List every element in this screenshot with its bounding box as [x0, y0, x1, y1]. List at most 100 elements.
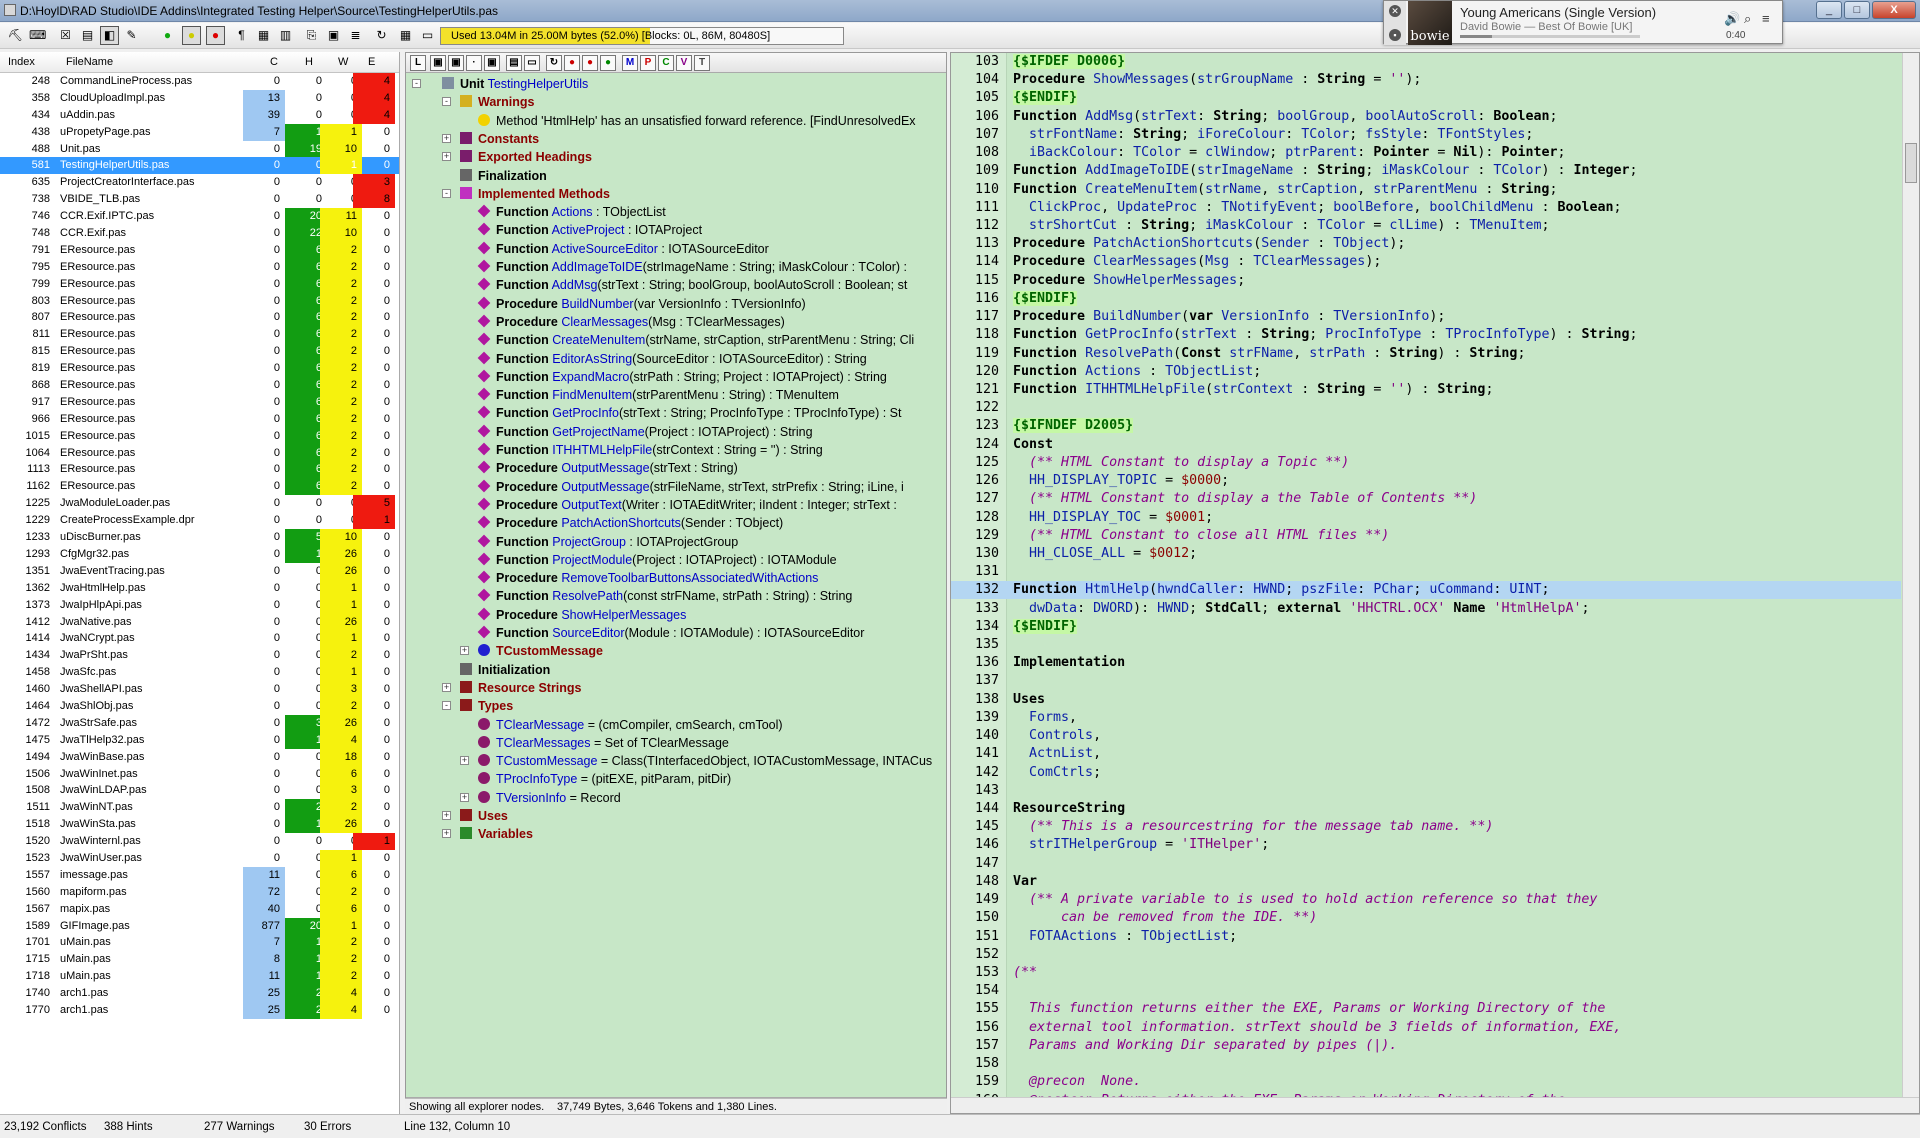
- table-row[interactable]: 748 CCR.Exif.pas 0 22 10 0: [0, 225, 399, 242]
- table-row[interactable]: 1508 JwaWinLDAP.pas 0 0 3 0: [0, 782, 399, 800]
- code-line[interactable]: 138 Uses: [951, 691, 1901, 709]
- tree-node[interactable]: Warnings: [460, 93, 534, 111]
- code-line[interactable]: 114 Procedure ClearMessages(Msg : TClearM…: [951, 253, 1901, 271]
- table-row[interactable]: 1589 GIFImage.pas 877 20 1 0: [0, 917, 399, 935]
- table-row[interactable]: 1113 EResource.pas 0 6 2 0: [0, 461, 399, 479]
- code-line[interactable]: 157 Params and Working Dir separated by …: [951, 1037, 1901, 1055]
- table-row[interactable]: 819 EResource.pas 0 6 2 0: [0, 360, 399, 378]
- code-line[interactable]: 105 {$ENDIF}: [951, 89, 1901, 107]
- paragraph-icon[interactable]: ¶: [232, 26, 251, 45]
- tree-node[interactable]: Function EditorAsString(SourceEditor : I…: [477, 350, 867, 368]
- code-line[interactable]: 148 Var: [951, 873, 1901, 891]
- code-line[interactable]: 151 FOTAActions : TObjectList;: [951, 928, 1901, 946]
- tree-node[interactable]: Procedure PatchActionShortcuts(Sender : …: [477, 514, 783, 532]
- expand-toggle[interactable]: +: [442, 829, 451, 839]
- editor-hscroll[interactable]: [951, 1097, 1919, 1113]
- module-check-button[interactable]: M: [622, 55, 638, 71]
- expand-toggle[interactable]: +: [442, 152, 451, 162]
- minimize-button[interactable]: _: [1816, 1, 1842, 19]
- tree-node[interactable]: Constants: [460, 130, 539, 148]
- media-restore-icon[interactable]: ▪: [1389, 29, 1401, 41]
- chart-icon[interactable]: ▥: [276, 26, 295, 45]
- code-line[interactable]: 137: [951, 672, 1901, 690]
- tree-node[interactable]: Function ExpandMacro(strPath : String; P…: [477, 368, 887, 386]
- code-line[interactable]: 110 Function CreateMenuItem(strName, strC…: [951, 181, 1901, 199]
- code-line[interactable]: 140 Controls,: [951, 727, 1901, 745]
- type-check-button[interactable]: T: [694, 55, 710, 71]
- code-line[interactable]: 135: [951, 636, 1901, 654]
- copy-icon[interactable]: ⎘: [302, 26, 321, 45]
- doc-icon[interactable]: ●: [600, 55, 616, 71]
- table-row[interactable]: 1511 JwaWinNT.pas 0 2 2 0: [0, 799, 399, 817]
- col-h[interactable]: H: [305, 56, 313, 68]
- expand-toggle[interactable]: +: [460, 792, 469, 802]
- code-line[interactable]: 111 ClickProc, UpdateProc : TNotifyEvent…: [951, 199, 1901, 217]
- ok-filter-icon[interactable]: ●: [158, 26, 177, 45]
- tree-node[interactable]: Function CreateMenuItem(strName, strCapt…: [477, 331, 914, 349]
- report-icon[interactable]: ▣: [324, 26, 343, 45]
- published-filter-icon[interactable]: ▣: [484, 55, 500, 71]
- table-row[interactable]: 795 EResource.pas 0 6 2 0: [0, 258, 399, 276]
- sync-icon[interactable]: ↻: [546, 55, 562, 71]
- tree-node[interactable]: Function ActiveProject : IOTAProject: [477, 221, 702, 239]
- code-line[interactable]: 142 ComCtrls;: [951, 764, 1901, 782]
- grid-icon[interactable]: ▦: [254, 26, 273, 45]
- tree-node[interactable]: Procedure ShowHelperMessages: [477, 606, 686, 624]
- table-row[interactable]: 1715 uMain.pas 8 1 2 0: [0, 951, 399, 969]
- method-check-button[interactable]: P: [640, 55, 656, 71]
- expand-toggle[interactable]: -: [442, 701, 451, 711]
- code-line[interactable]: 145 (** This is a resourcestring for the…: [951, 818, 1901, 836]
- code-line[interactable]: 156 external tool information. strText s…: [951, 1019, 1901, 1037]
- build-icon[interactable]: ⛏: [6, 26, 25, 45]
- tree-node[interactable]: Types: [460, 697, 513, 715]
- tree-node[interactable]: Initialization: [460, 661, 550, 679]
- tree-node[interactable]: Procedure OutputText(Writer : IOTAEditWr…: [477, 496, 897, 514]
- code-line[interactable]: 126 HH_DISPLAY_TOPIC = $0000;: [951, 472, 1901, 490]
- table-row[interactable]: 791 EResource.pas 0 6 2 0: [0, 241, 399, 259]
- error-icon[interactable]: ●: [564, 55, 580, 71]
- code-line[interactable]: 129 (** HTML Constant to close all HTML …: [951, 527, 1901, 545]
- todo-icon[interactable]: ●: [582, 55, 598, 71]
- table-row[interactable]: 1520JwaWinternl.pas0001: [0, 833, 399, 850]
- table-row[interactable]: 1229CreateProcessExample.dpr0001: [0, 512, 399, 530]
- table-row[interactable]: 1560 mapiform.pas 72 0 2 0: [0, 883, 399, 901]
- menu-icon[interactable]: ≡: [1762, 11, 1770, 26]
- table-row[interactable]: 434uAddin.pas39004: [0, 106, 399, 124]
- table-row[interactable]: 815 EResource.pas 0 6 2 0: [0, 343, 399, 361]
- code-line[interactable]: 123 {$IFNDEF D2005}: [951, 417, 1901, 435]
- code-line[interactable]: 141 ActnList,: [951, 745, 1901, 763]
- maximize-button[interactable]: □: [1844, 1, 1870, 19]
- code-line[interactable]: 115 Procedure ShowHelperMessages;: [951, 272, 1901, 290]
- table-row[interactable]: 1460 JwaShellAPI.pas 0 0 3 0: [0, 681, 399, 698]
- volume-icon[interactable]: 🔊: [1724, 11, 1740, 27]
- code-line[interactable]: 112 strShortCut : String; iMaskColour : …: [951, 217, 1901, 235]
- code-line[interactable]: 113 Procedure PatchActionShortcuts(Sender…: [951, 235, 1901, 253]
- expand-toggle[interactable]: +: [442, 682, 451, 692]
- tree-node[interactable]: TCustomMessage = Class(TInterfacedObject…: [478, 752, 932, 770]
- code-line[interactable]: 109 Function AddImageToIDE(strImageName :…: [951, 162, 1901, 180]
- code-line[interactable]: 152: [951, 946, 1901, 964]
- tree-node[interactable]: Function GetProjectName(Project : IOTAPr…: [477, 423, 813, 441]
- code-line[interactable]: 153 (**: [951, 964, 1901, 982]
- tree-node[interactable]: Implemented Methods: [460, 185, 610, 203]
- table-row[interactable]: 738VBIDE_TLB.pas0008: [0, 191, 399, 209]
- database-icon[interactable]: ≣: [346, 26, 365, 45]
- table-row[interactable]: 1701 uMain.pas 7 1 2 0: [0, 934, 399, 952]
- code-editor[interactable]: 103 {$IFDEF D0006} 104 Procedure ShowMessag…: [950, 52, 1920, 1114]
- table-row[interactable]: 1064 EResource.pas 0 6 2 0: [0, 444, 399, 462]
- tree-node[interactable]: Uses: [460, 807, 508, 825]
- table-row[interactable]: 1458 JwaSfc.pas 0 0 1 0: [0, 664, 399, 682]
- expand-toggle[interactable]: -: [442, 97, 451, 107]
- refresh-icon[interactable]: ↻: [372, 26, 391, 45]
- warning-filter-icon[interactable]: ●: [182, 26, 201, 45]
- variable-check-button[interactable]: V: [676, 55, 692, 71]
- folder-open-icon[interactable]: ▭: [418, 26, 437, 45]
- code-line[interactable]: 139 Forms,: [951, 709, 1901, 727]
- code-line[interactable]: 116 {$ENDIF}: [951, 290, 1901, 308]
- code-line[interactable]: 136 Implementation: [951, 654, 1901, 672]
- local-filter-icon[interactable]: ▤: [506, 55, 522, 71]
- tree-node[interactable]: Function AddMsg(strText : String; boolGr…: [477, 276, 907, 294]
- code-line[interactable]: 158: [951, 1055, 1901, 1073]
- code-line[interactable]: 144 ResourceString: [951, 800, 1901, 818]
- code-line[interactable]: 107 strFontName: String; iForeColour: TC…: [951, 126, 1901, 144]
